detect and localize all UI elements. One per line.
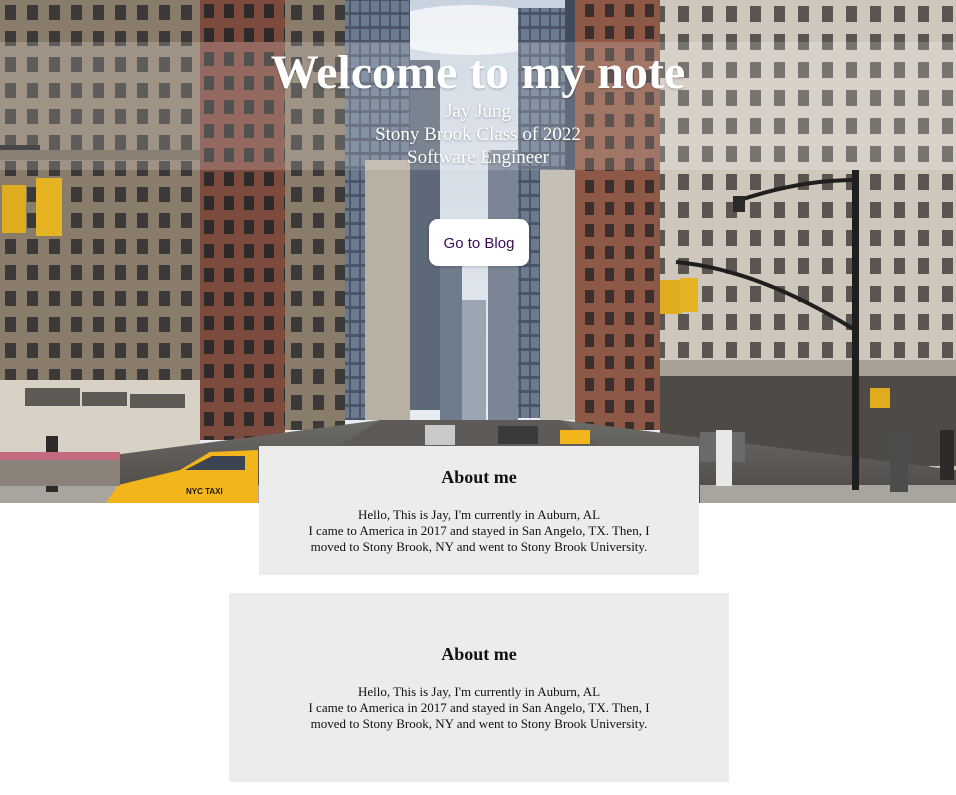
author-name: Jay Jung [445, 101, 511, 122]
about-me-text-line: I came to America in 2017 and stayed in … [308, 523, 650, 538]
about-me-heading: About me [441, 467, 517, 487]
about-me-text-line: moved to Stony Brook, NY and went to Sto… [310, 716, 648, 731]
about-me-text-line: I came to America in 2017 and stayed in … [308, 700, 650, 715]
about-me-heading: About me [441, 644, 517, 664]
about-me-text-line: moved to Stony Brook, NY and went to Sto… [310, 539, 648, 554]
about-me-text-line: Hello, This is Jay, I'm currently in Aub… [357, 684, 601, 699]
author-role: Software Engineer [407, 147, 549, 168]
go-to-blog-button[interactable]: Go to Blog [429, 219, 529, 266]
author-school: Stony Brook Class of 2022 [375, 124, 581, 145]
about-me-card: About me Hello, This is Jay, I'm current… [229, 593, 729, 782]
taxi-sign-text: NYC TAXI [186, 487, 223, 496]
page-title: Welcome to my note [270, 46, 686, 99]
about-me-text-line: Hello, This is Jay, I'm currently in Aub… [357, 507, 601, 522]
hero-section: NYC TAXI Welcome to my note Jay Jung Sto… [0, 0, 956, 503]
about-me-card: About me Hello, This is Jay, I'm current… [259, 446, 699, 575]
